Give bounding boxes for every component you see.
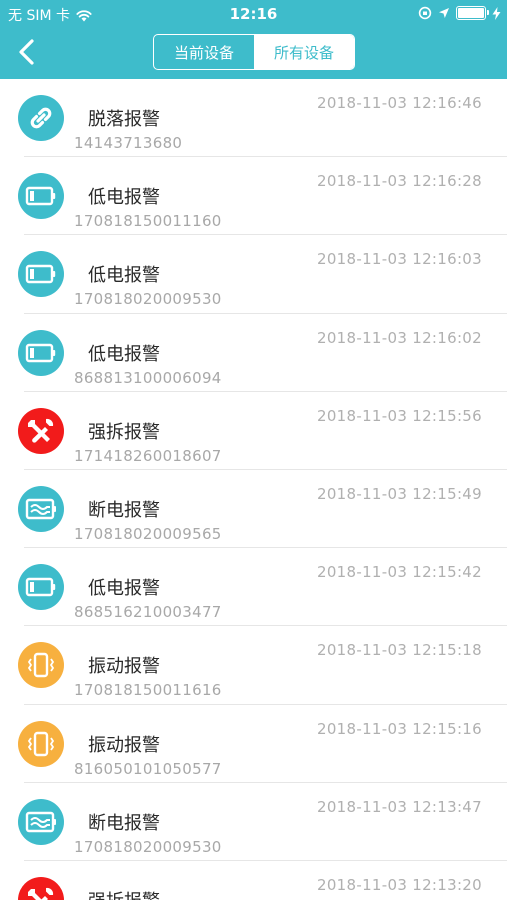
tab-all-devices[interactable]: 所有设备 <box>254 35 354 69</box>
vibration-icon <box>18 720 64 767</box>
location-arrow-icon <box>439 8 449 18</box>
device-id: 816050101050577 <box>74 759 222 778</box>
alert-time: 2018-11-03 12:16:46 <box>316 94 482 112</box>
alert-row[interactable]: 振动报警 816050101050577 2018-11-03 12:15:16 <box>0 705 507 783</box>
alert-type: 振动报警 <box>88 656 160 678</box>
alert-time: 2018-11-03 12:15:18 <box>316 641 482 660</box>
alert-row[interactable]: 低电报警 868516210003477 2018-11-03 12:15:42 <box>0 548 507 627</box>
alert-type: 低电报警 <box>88 187 160 209</box>
status-icons <box>418 6 501 20</box>
alert-row[interactable]: 低电报警 170818150011160 2018-11-03 12:16:28 <box>0 157 507 236</box>
low-battery-icon <box>18 329 64 376</box>
alert-type: 低电报警 <box>88 578 160 600</box>
alert-type: 断电报警 <box>88 499 160 521</box>
device-id: 170818150011616 <box>74 681 222 700</box>
status-bar: 无 SIM 卡 12:16 <box>0 0 507 30</box>
tab-current-devices[interactable]: 当前设备 <box>154 35 254 69</box>
alert-type: 断电报警 <box>88 812 160 834</box>
alert-row[interactable]: 断电报警 170818020009565 2018-11-03 12:15:49 <box>0 470 507 549</box>
tools-icon <box>18 407 64 454</box>
alert-type: 脱落报警 <box>88 109 160 130</box>
alert-time: 2018-11-03 12:15:56 <box>316 406 482 425</box>
alert-row[interactable]: 低电报警 170818020009530 2018-11-03 12:16:03 <box>0 235 507 314</box>
low-battery-icon <box>18 564 64 611</box>
alert-time: 2018-11-03 12:13:20 <box>316 875 482 894</box>
battery-icon <box>456 6 489 20</box>
orientation-lock-icon <box>418 6 432 20</box>
alert-type: 低电报警 <box>88 265 160 287</box>
vibration-icon <box>18 642 64 689</box>
alert-row[interactable]: 强拆报警 2018-11-03 12:13:20 <box>0 861 507 900</box>
tools-icon <box>18 876 64 900</box>
alert-row[interactable]: 强拆报警 171418260018607 2018-11-03 12:15:56 <box>0 392 507 470</box>
low-battery-icon <box>18 251 64 298</box>
low-battery-icon <box>18 173 64 220</box>
alert-time: 2018-11-03 12:16:03 <box>316 250 482 269</box>
device-id: 14143713680 <box>74 134 183 152</box>
alert-type: 强拆报警 <box>88 421 160 443</box>
device-id: 170818020009530 <box>74 837 222 856</box>
alert-row[interactable]: 振动报警 170818150011616 2018-11-03 12:15:18 <box>0 626 507 705</box>
device-id: 170818020009565 <box>74 524 222 543</box>
alert-time: 2018-11-03 12:15:16 <box>316 719 482 738</box>
device-id: 868813100006094 <box>74 368 222 387</box>
back-button[interactable] <box>10 36 42 68</box>
alert-time: 2018-11-03 12:16:02 <box>316 328 482 347</box>
device-id: 171418260018607 <box>74 446 222 465</box>
alert-type: 振动报警 <box>88 734 160 756</box>
alert-time: 2018-11-03 12:16:28 <box>316 172 482 191</box>
alert-list: 脱落报警 14143713680 2018-11-03 12:16:46 低电报警 17… <box>0 79 507 900</box>
device-id: 868516210003477 <box>74 603 222 622</box>
alert-type: 强拆报警 <box>88 887 160 900</box>
link-icon <box>18 95 64 141</box>
alert-row[interactable]: 低电报警 868813100006094 2018-11-03 12:16:02 <box>0 314 507 392</box>
alert-row[interactable]: 脱落报警 14143713680 2018-11-03 12:16:46 <box>0 79 507 158</box>
power-off-icon <box>18 485 64 532</box>
alert-time: 2018-11-03 12:15:42 <box>316 563 482 582</box>
alert-type: 低电报警 <box>88 343 160 365</box>
device-id: 170818150011160 <box>74 212 222 231</box>
device-scope-segmented-control: 当前设备 所有设备 <box>153 34 355 70</box>
power-off-icon <box>18 798 64 845</box>
top-bar: 无 SIM 卡 12:16 当前设备 所有设备 <box>0 0 507 79</box>
chevron-left-icon <box>19 39 34 65</box>
device-id: 170818020009530 <box>74 290 222 309</box>
alert-time: 2018-11-03 12:13:47 <box>316 797 482 816</box>
charging-bolt-icon <box>492 6 501 20</box>
alert-row[interactable]: 断电报警 170818020009530 2018-11-03 12:13:47 <box>0 783 507 861</box>
alert-time: 2018-11-03 12:15:49 <box>316 484 482 503</box>
